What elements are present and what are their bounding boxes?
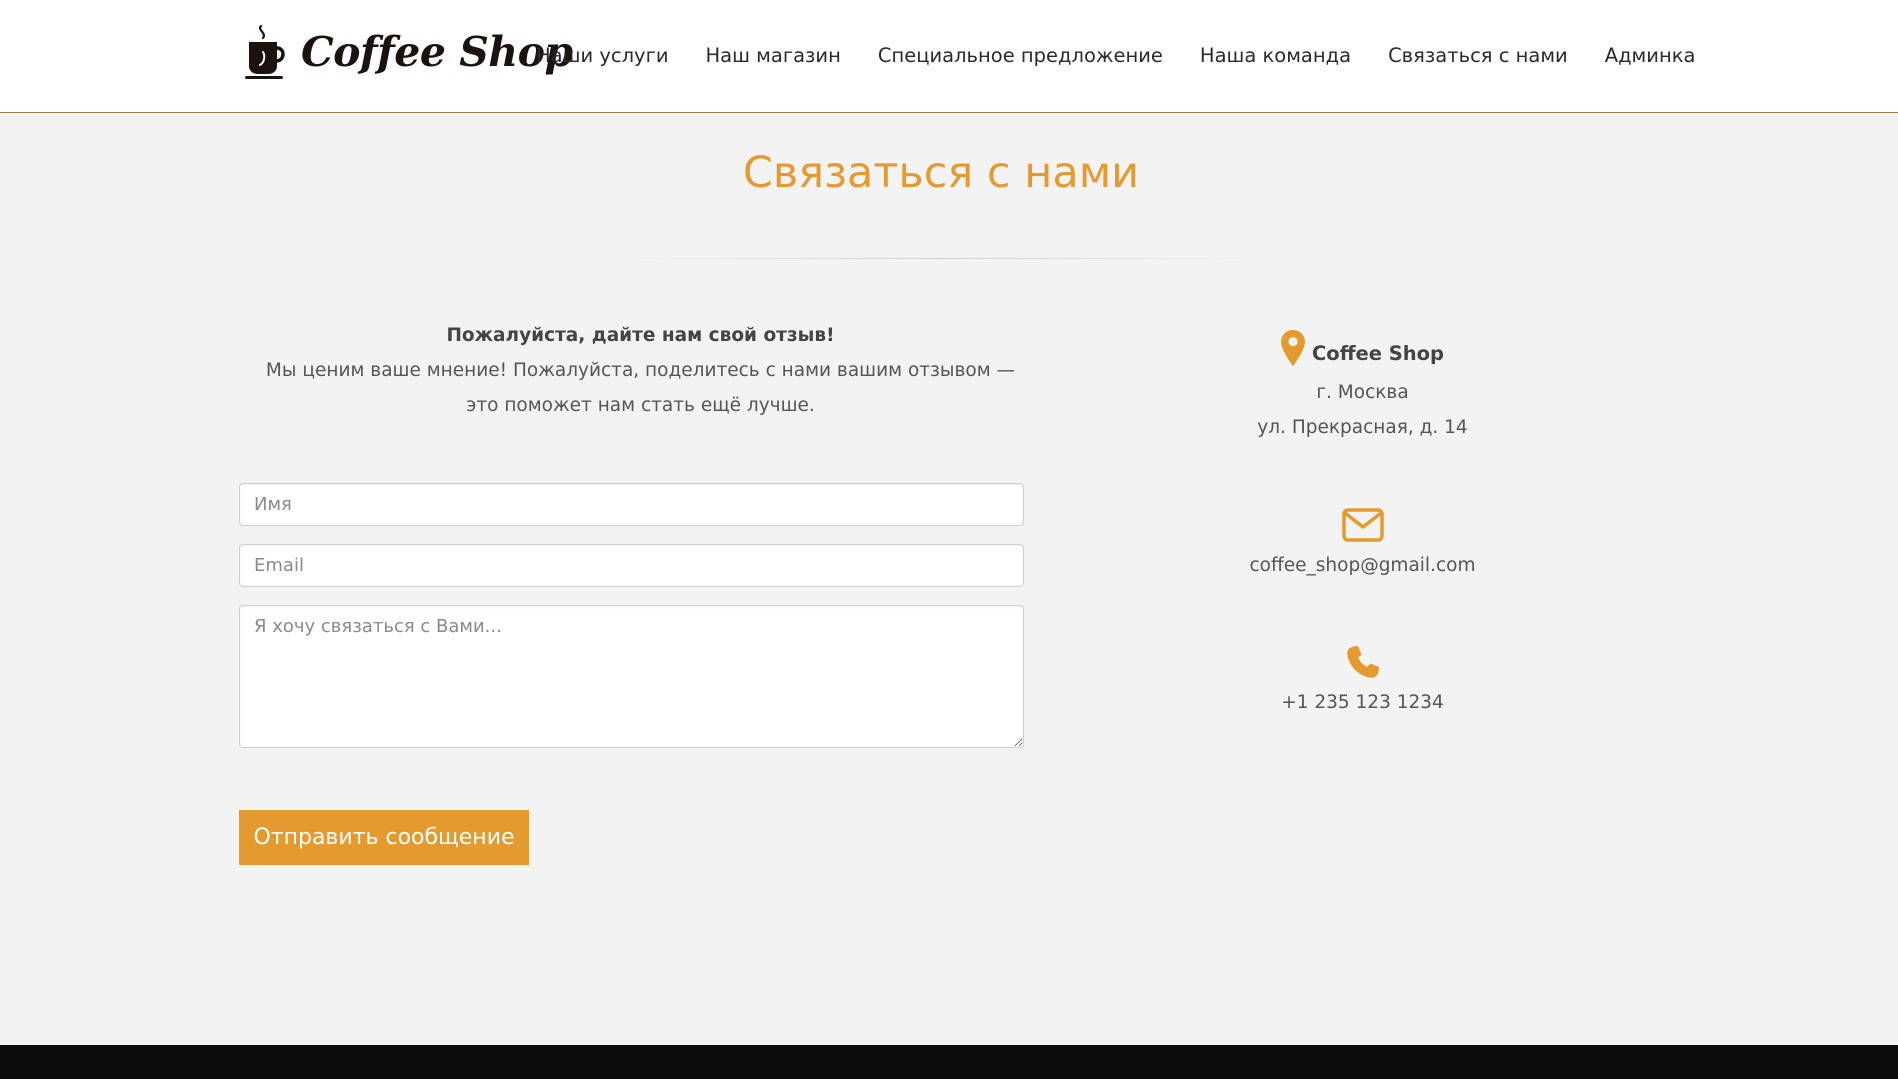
- address-street: ул. Прекрасная, д. 14: [1257, 417, 1468, 438]
- message-textarea[interactable]: [239, 605, 1024, 748]
- feedback-intro: Пожалуйста, дайте нам свой отзыв! Мы цен…: [250, 318, 1031, 423]
- contact-shop-name: Coffee Shop: [1311, 342, 1445, 365]
- page-title: Связаться с нами: [742, 148, 1140, 198]
- nav-item-contact[interactable]: Связаться с нами: [1388, 44, 1568, 67]
- logo-text: Coffee Shop: [301, 28, 573, 76]
- envelope-icon: [1341, 508, 1384, 542]
- nav-item-special-offer[interactable]: Специальное предложение: [878, 44, 1163, 67]
- intro-body: Мы ценим ваше мнение! Пожалуйста, подели…: [265, 360, 1016, 416]
- address-header: Coffee Shop: [1180, 320, 1545, 375]
- intro-heading: Пожалуйста, дайте нам свой отзыв!: [446, 325, 835, 346]
- contact-address: Coffee Shop г. Москва ул. Прекрасная, д.…: [1180, 320, 1545, 445]
- contact-email-text[interactable]: coffee_shop@gmail.com: [1180, 554, 1545, 578]
- nav-item-services[interactable]: Наши услуги: [536, 44, 669, 67]
- phone-icon: [1346, 646, 1379, 678]
- footer-bar: [0, 1045, 1898, 1079]
- main-nav: Наши услуги Наш магазин Специальное пред…: [536, 44, 1695, 67]
- title-divider: [580, 258, 1304, 259]
- coffee-cup-icon: [245, 24, 285, 79]
- contact-phone: +1 235 123 1234: [1180, 635, 1545, 715]
- map-pin-icon: [1280, 329, 1305, 366]
- contact-email: coffee_shop@gmail.com: [1180, 498, 1545, 578]
- address-city: г. Москва: [1316, 382, 1409, 403]
- email-input[interactable]: [239, 544, 1024, 587]
- contact-phone-text[interactable]: +1 235 123 1234: [1180, 691, 1545, 715]
- name-input[interactable]: [239, 483, 1024, 526]
- nav-item-team[interactable]: Наша команда: [1200, 44, 1351, 67]
- nav-item-shop[interactable]: Наш магазин: [706, 44, 841, 67]
- send-message-button[interactable]: Отправить сообщение: [239, 810, 529, 865]
- site-header: Coffee Shop Наши услуги Наш магазин Спец…: [0, 0, 1898, 113]
- nav-item-admin[interactable]: Админка: [1605, 44, 1696, 67]
- logo[interactable]: Coffee Shop: [245, 24, 573, 80]
